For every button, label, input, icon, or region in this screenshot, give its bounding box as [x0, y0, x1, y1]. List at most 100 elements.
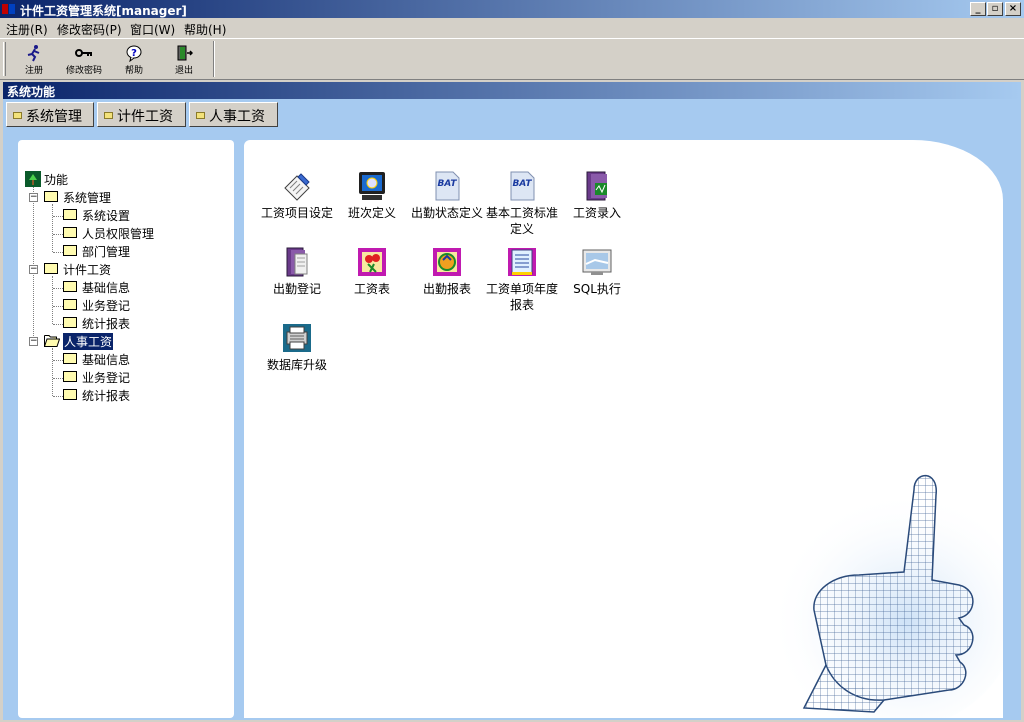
- collapse-icon[interactable]: −: [29, 337, 38, 346]
- open-folder-icon: [44, 335, 60, 347]
- tree-item-label: 基础信息: [82, 353, 131, 367]
- app-icon: [2, 4, 15, 14]
- function-sql-execute[interactable]: SQL执行: [557, 246, 637, 297]
- function-label: 出勤状态定义: [410, 206, 483, 220]
- tree-line: [53, 306, 63, 307]
- function-database-upgrade[interactable]: 数据库升级: [257, 322, 337, 373]
- tree-line: [53, 324, 63, 325]
- tab-label: 系统管理: [26, 109, 82, 125]
- function-attendance-status-definition[interactable]: BAT 出勤状态定义: [407, 170, 487, 221]
- change-password-button[interactable]: 修改密码: [59, 42, 109, 78]
- bat-file-icon: BAT: [510, 171, 535, 201]
- tree-line: [52, 204, 53, 252]
- svg-text:BAT: BAT: [437, 179, 457, 189]
- tree-root-icon: [25, 171, 41, 187]
- tab-folder-icon: [104, 112, 113, 119]
- register-button[interactable]: 注册: [9, 42, 59, 78]
- change-password-label: 修改密码: [65, 66, 102, 76]
- window-title: 计件工资管理系统[manager]: [20, 4, 187, 18]
- tree-line: [53, 252, 63, 253]
- function-label: 数据库升级: [266, 358, 327, 372]
- function-base-salary-standard[interactable]: BAT 基本工资标准定义: [482, 170, 562, 237]
- tree-item-label: 部门管理: [82, 245, 131, 259]
- menu-change-password[interactable]: 修改密码(P): [57, 21, 122, 38]
- tree-line: [53, 378, 63, 379]
- function-salary-entry[interactable]: 工资录入: [557, 170, 637, 221]
- title-bar: 计件工资管理系统[manager] _ ▫ ×: [0, 0, 1024, 18]
- tree-item-label: 业务登记: [82, 371, 131, 385]
- menu-help[interactable]: 帮助(H): [184, 21, 226, 38]
- collapse-icon[interactable]: −: [29, 265, 38, 274]
- tab-system-management[interactable]: 系统管理: [6, 102, 94, 127]
- help-question-icon: ?: [126, 45, 142, 62]
- flower-card-icon: [358, 248, 386, 276]
- function-label: 基本工资标准定义: [485, 206, 558, 236]
- function-attendance-report[interactable]: 出勤报表: [407, 246, 487, 297]
- tree-line: [53, 234, 63, 235]
- svg-text:BAT: BAT: [512, 179, 532, 189]
- collapse-icon[interactable]: −: [29, 193, 38, 202]
- function-label: 出勤报表: [422, 282, 471, 296]
- folder-icon: [63, 371, 77, 382]
- toolbar-separator: [213, 41, 215, 77]
- report-sheet-icon: [508, 248, 536, 276]
- tree-item-label: 基础信息: [82, 281, 131, 295]
- function-label: 工资录入: [572, 206, 621, 220]
- folder-icon: [63, 317, 77, 328]
- tree-item-label: 统计报表: [82, 317, 131, 331]
- exit-button[interactable]: 退出: [159, 42, 209, 78]
- tree-item-label: 系统设置: [82, 209, 131, 223]
- folder-icon: [63, 227, 77, 238]
- folder-icon: [63, 281, 77, 292]
- tab-label: 人事工资: [209, 109, 265, 125]
- running-man-icon: [27, 45, 40, 62]
- toolbar: 注册 修改密码 ? 帮助 退出: [0, 38, 1024, 80]
- menu-bar: 注册(R) 修改密码(P) 窗口(W) 帮助(H): [0, 18, 1024, 38]
- function-salary-item-setup[interactable]: 工资项目设定: [257, 170, 337, 221]
- function-label: 工资表: [353, 282, 390, 296]
- bat-file-icon: BAT: [435, 171, 460, 201]
- function-label: SQL执行: [573, 282, 621, 296]
- folder-icon: [44, 191, 58, 202]
- function-salary-annual-report[interactable]: 工资单项年度报表: [482, 246, 562, 313]
- function-salary-sheet[interactable]: 工资表: [332, 246, 412, 297]
- menu-register[interactable]: 注册(R): [6, 21, 48, 38]
- form-pen-icon: [284, 173, 310, 201]
- tree-line: [53, 360, 63, 361]
- tree-root-label: 功能: [44, 173, 69, 187]
- key-icon: [75, 49, 92, 57]
- exit-door-icon: [177, 45, 193, 61]
- folder-icon: [63, 389, 77, 400]
- tree-item-label: 人员权限管理: [82, 227, 155, 241]
- toolbar-grip[interactable]: [3, 42, 6, 76]
- tab-folder-icon: [13, 112, 22, 119]
- tab-piece-wage[interactable]: 计件工资: [97, 102, 186, 127]
- function-label: 出勤登记: [272, 282, 321, 296]
- folder-icon: [63, 353, 77, 364]
- function-label: 班次定义: [347, 206, 396, 220]
- display-icon: [582, 249, 612, 275]
- function-shift-definition[interactable]: 班次定义: [332, 170, 412, 221]
- function-tree: 功能 − 系统管理 系统设置 人员权限管理 部门管理 − 计件工资 基础信息 业…: [18, 140, 234, 718]
- tab-folder-icon: [196, 112, 205, 119]
- menu-window[interactable]: 窗口(W): [130, 21, 175, 38]
- register-label: 注册: [24, 66, 43, 76]
- close-button[interactable]: ×: [1005, 2, 1021, 16]
- minimize-button[interactable]: _: [970, 2, 986, 16]
- monitor-icon: [359, 172, 385, 200]
- exit-label: 退出: [174, 66, 193, 76]
- help-button[interactable]: ? 帮助: [109, 42, 159, 78]
- recycle-card-icon: [433, 248, 461, 276]
- function-label: 工资单项年度报表: [485, 282, 558, 312]
- restore-button[interactable]: ▫: [987, 2, 1003, 16]
- tree-item-label: 业务登记: [82, 299, 131, 313]
- tree-group-label: 人事工资: [63, 333, 114, 350]
- tree-group-label: 计件工资: [63, 263, 112, 277]
- thumbs-up-wireframe-image: [769, 474, 1003, 718]
- tree-group-label: 系统管理: [63, 191, 112, 205]
- tree-line: [52, 348, 53, 396]
- function-panel: 工资项目设定 班次定义 BAT 出勤状态定义 BAT 基本工资标准定义 工资录入…: [244, 140, 1003, 718]
- tab-hr-wage[interactable]: 人事工资: [189, 102, 278, 127]
- function-attendance-register[interactable]: 出勤登记: [257, 246, 337, 297]
- function-label: 工资项目设定: [260, 206, 333, 220]
